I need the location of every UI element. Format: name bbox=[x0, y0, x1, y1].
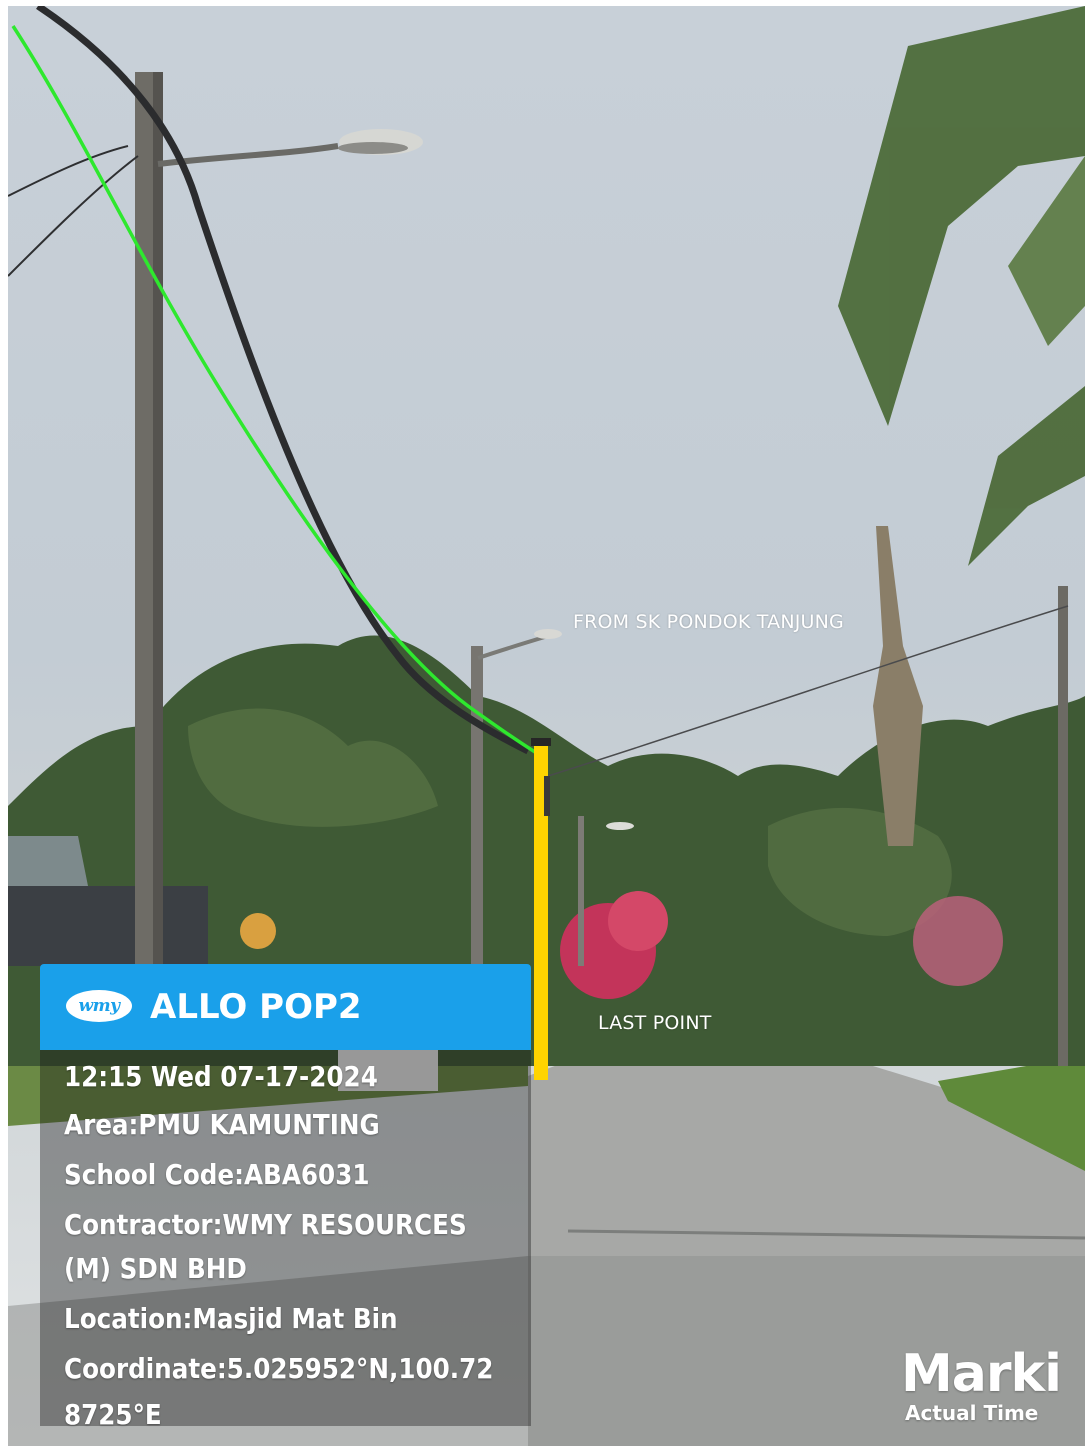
house-roof bbox=[8, 836, 88, 886]
watermark-subtitle: Actual Time bbox=[905, 1401, 1039, 1425]
stamp-contractor-cont: (M) SDN BHD bbox=[64, 1252, 247, 1285]
stamp-location: Location:Masjid Mat Bin bbox=[64, 1302, 398, 1335]
street-photo: FROM SK PONDOK TANJUNG LAST POINT wmy AL… bbox=[8, 6, 1085, 1446]
stamp-school-code: School Code:ABA6031 bbox=[64, 1158, 370, 1191]
pink-flowers-3 bbox=[913, 896, 1003, 986]
stamp-coordinate: Coordinate:5.025952°N,100.72 bbox=[64, 1352, 494, 1385]
annotation-from: FROM SK PONDOK TANJUNG bbox=[573, 611, 844, 633]
street-lamp-arm-far bbox=[477, 634, 549, 660]
cable-main bbox=[36, 6, 530, 755]
street-lamp-arm bbox=[157, 143, 339, 167]
photo-stamp-card: wmy ALLO POP2 12:15 Wed 07-17-2024 Area:… bbox=[40, 964, 531, 1431]
street-lamp-head-third bbox=[606, 822, 634, 830]
palm-fronds bbox=[838, 6, 1085, 566]
marki-watermark: Marki Actual Time bbox=[901, 1344, 1062, 1425]
cable-left-1 bbox=[8, 155, 139, 277]
stamp-area: Area:PMU KAMUNTING bbox=[64, 1108, 380, 1141]
stamp-body: 12:15 Wed 07-17-2024 Area:PMU KAMUNTING … bbox=[40, 1050, 531, 1431]
logo-text: wmy bbox=[78, 996, 121, 1016]
stamp-header: wmy ALLO POP2 bbox=[40, 964, 531, 1050]
house-left bbox=[8, 886, 208, 966]
pole-marker-cap bbox=[531, 738, 551, 746]
stamp-coordinate-cont: 8725°E bbox=[64, 1398, 162, 1431]
pink-flowers-4 bbox=[240, 913, 276, 949]
utility-pole-third bbox=[578, 816, 584, 966]
stamp-contractor: Contractor:WMY RESOURCES bbox=[64, 1208, 467, 1241]
pole-marker-band bbox=[544, 776, 550, 816]
utility-pole-right bbox=[1058, 586, 1068, 1066]
watermark-name: Marki bbox=[901, 1344, 1062, 1404]
photo-frame: FROM SK PONDOK TANJUNG LAST POINT wmy AL… bbox=[0, 0, 1086, 1453]
cable-left-2 bbox=[8, 145, 129, 197]
street-lamp-head-far bbox=[534, 629, 562, 639]
street-lamp-shadow bbox=[338, 142, 408, 154]
annotation-last-point: LAST POINT bbox=[598, 1012, 712, 1034]
stamp-datetime: 12:15 Wed 07-17-2024 bbox=[64, 1060, 378, 1093]
route-line bbox=[11, 25, 536, 754]
wmy-logo: wmy bbox=[66, 990, 132, 1022]
pole-shade bbox=[153, 72, 163, 972]
utility-pole-far bbox=[471, 646, 483, 966]
stamp-title: ALLO POP2 bbox=[150, 987, 362, 1027]
pink-flowers-2 bbox=[608, 891, 668, 951]
